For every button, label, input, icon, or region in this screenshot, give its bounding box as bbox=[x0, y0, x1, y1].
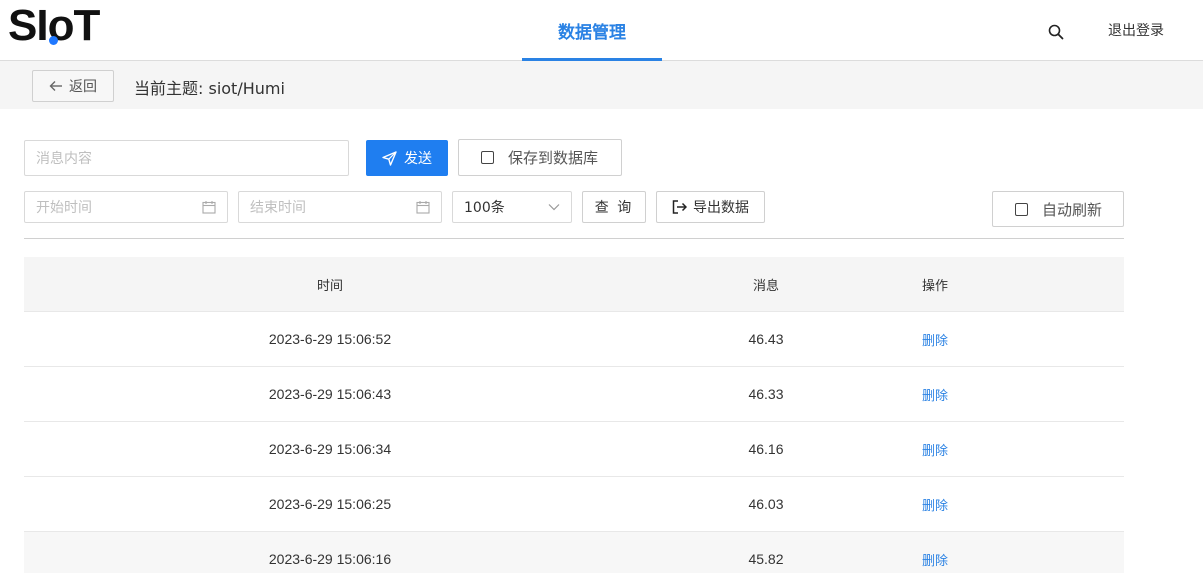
delete-link[interactable]: 删除 bbox=[922, 554, 948, 569]
end-time-picker[interactable]: 结束时间 bbox=[238, 191, 442, 223]
message-input[interactable] bbox=[24, 140, 349, 176]
back-button-label: 返回 bbox=[69, 79, 97, 95]
cell-time: 2023-6-29 15:06:25 bbox=[268, 496, 392, 512]
table-header: 时间 消息 操作 bbox=[24, 257, 1124, 312]
cell-message: 46.03 bbox=[748, 496, 784, 512]
cell-action: 删除 bbox=[896, 495, 974, 514]
cell-message: 46.43 bbox=[748, 331, 784, 347]
search-button[interactable] bbox=[1040, 16, 1072, 48]
record-limit-select[interactable]: 100条 bbox=[452, 191, 572, 223]
checkbox-box[interactable] bbox=[1015, 202, 1028, 216]
logo-letter-s: S bbox=[8, 1, 37, 50]
calendar-icon bbox=[416, 201, 430, 214]
export-data-button[interactable]: 导出数据 bbox=[656, 191, 765, 223]
logo-letter-o-wrap: o bbox=[48, 4, 75, 48]
send-icon bbox=[382, 150, 397, 166]
logo-letter-i: I bbox=[36, 1, 48, 50]
cell-time: 2023-6-29 15:06:52 bbox=[268, 331, 392, 347]
calendar-icon bbox=[202, 201, 216, 214]
cell-action: 删除 bbox=[896, 550, 974, 569]
logout-link[interactable]: 退出登录 bbox=[1108, 20, 1164, 40]
send-button-label: 发送 bbox=[404, 151, 432, 167]
cell-time: 2023-6-29 15:06:16 bbox=[268, 551, 392, 567]
delete-link[interactable]: 删除 bbox=[922, 389, 948, 404]
record-limit-value: 100条 bbox=[464, 200, 505, 216]
cell-message: 46.33 bbox=[748, 386, 784, 402]
auto-refresh-label: 自动刷新 bbox=[1042, 200, 1103, 219]
start-time-picker[interactable]: 开始时间 bbox=[24, 191, 228, 223]
table-row: 2023-6-29 15:06:52 46.43 删除 bbox=[24, 312, 1124, 367]
delete-link[interactable]: 删除 bbox=[922, 444, 948, 459]
start-time-placeholder: 开始时间 bbox=[36, 200, 92, 216]
logo-letter-t: T bbox=[73, 1, 100, 50]
topic-title: 当前主题: siot/Humi bbox=[134, 79, 285, 98]
auto-refresh-checkbox[interactable]: 自动刷新 bbox=[992, 191, 1124, 227]
logo-dot bbox=[48, 36, 58, 45]
data-table: 时间 消息 操作 2023-6-29 15:06:52 46.43 删除 202… bbox=[24, 257, 1124, 573]
export-icon bbox=[672, 200, 687, 214]
back-button[interactable]: 返回 bbox=[32, 70, 114, 102]
delete-link[interactable]: 删除 bbox=[922, 499, 948, 514]
save-to-database-checkbox[interactable]: 保存到数据库 bbox=[458, 139, 622, 176]
cell-message: 46.16 bbox=[748, 441, 784, 457]
tab-data-management[interactable]: 数据管理 bbox=[522, 0, 662, 61]
cell-action: 删除 bbox=[896, 385, 974, 404]
section-divider bbox=[24, 238, 1124, 239]
cell-time: 2023-6-29 15:06:34 bbox=[268, 441, 392, 457]
siot-logo: SIoT bbox=[8, 1, 100, 50]
table-row: 2023-6-29 15:06:16 45.82 删除 bbox=[24, 532, 1124, 573]
search-icon bbox=[1048, 24, 1064, 40]
save-to-database-label: 保存到数据库 bbox=[508, 149, 599, 167]
cell-action: 删除 bbox=[896, 330, 974, 349]
table-row: 2023-6-29 15:06:34 46.16 删除 bbox=[24, 422, 1124, 477]
delete-link[interactable]: 删除 bbox=[922, 334, 948, 349]
query-button-label: 查 询 bbox=[594, 200, 634, 216]
topic-bar: 返回 当前主题: siot/Humi bbox=[0, 61, 1203, 109]
column-header-action: 操作 bbox=[921, 278, 948, 294]
column-header-time: 时间 bbox=[316, 278, 343, 294]
column-header-message: 消息 bbox=[752, 278, 779, 294]
arrow-left-icon bbox=[49, 81, 62, 91]
end-time-placeholder: 结束时间 bbox=[250, 200, 306, 216]
checkbox-box[interactable] bbox=[481, 151, 494, 164]
cell-time: 2023-6-29 15:06:43 bbox=[268, 386, 392, 402]
cell-action: 删除 bbox=[896, 440, 974, 459]
tab-data-management-label: 数据管理 bbox=[558, 22, 626, 43]
table-row: 2023-6-29 15:06:25 46.03 删除 bbox=[24, 477, 1124, 532]
export-data-label: 导出数据 bbox=[693, 200, 749, 216]
table-row: 2023-6-29 15:06:43 46.33 删除 bbox=[24, 367, 1124, 422]
chevron-down-icon bbox=[548, 204, 560, 211]
cell-message: 45.82 bbox=[748, 551, 784, 567]
query-button[interactable]: 查 询 bbox=[582, 191, 646, 223]
send-button[interactable]: 发送 bbox=[366, 140, 448, 176]
app-header: SIoT 数据管理 退出登录 bbox=[0, 0, 1203, 61]
